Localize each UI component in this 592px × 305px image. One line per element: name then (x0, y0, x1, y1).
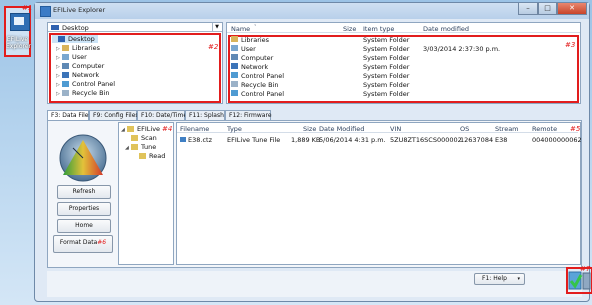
computer-icon (231, 54, 238, 60)
list-header: Name ˇ Size Item type Date modified (227, 23, 580, 33)
control-panel-icon (231, 90, 238, 96)
tab-date-time[interactable]: F10: Date/Time (137, 110, 187, 120)
folder-efilive[interactable]: ◢ EFILive (121, 125, 160, 133)
column-name[interactable]: Name (231, 25, 250, 33)
control-panel-icon (231, 72, 238, 78)
location-value: Desktop (62, 24, 89, 32)
folder-read[interactable]: Read (139, 152, 165, 160)
efilive-app-icon (10, 13, 30, 31)
folder-icon (139, 153, 146, 159)
desktop-icon-label: EFILive Explorer (6, 36, 31, 50)
column-filename[interactable]: Filename (180, 125, 209, 133)
chevron-down-icon[interactable]: ▼ (212, 23, 221, 31)
title-bar[interactable]: EFILive Explorer – □ ✕ (35, 3, 589, 19)
data-folder-tree[interactable]: #4 ◢ EFILive Scan ◢ Tune Read (118, 122, 174, 265)
tab-splash[interactable]: F11: Splash (185, 110, 225, 120)
folder-tree-pane[interactable]: Desktop ▼ #2 Desktop ▷ Libraries ▷ User ▷ C… (47, 22, 223, 104)
tree-item-network[interactable]: ▷ Network (56, 71, 99, 79)
tune-file-icon (180, 137, 186, 142)
list-item[interactable]: Control Panel System Folder (227, 90, 580, 98)
app-icon (40, 6, 51, 17)
tab-config-files[interactable]: F9: Config Files (89, 110, 139, 120)
folder-tune[interactable]: ◢ Tune (125, 143, 156, 151)
item-list-pane[interactable]: Name ˇ Size Item type Date modified #3 L… (226, 22, 581, 104)
home-button[interactable]: Home (57, 219, 111, 233)
column-size[interactable]: Size (303, 125, 316, 133)
tree-item-libraries[interactable]: ▷ Libraries (56, 44, 100, 52)
folder-icon (131, 144, 138, 150)
network-icon (231, 63, 238, 69)
format-data-button[interactable]: Format Data#6 (53, 235, 113, 253)
user-icon (62, 54, 69, 60)
folder-icon (131, 135, 138, 141)
list-item[interactable]: Recycle Bin System Folder (227, 81, 580, 89)
annotation-tag-4: #4 (162, 125, 173, 133)
refresh-button[interactable]: Refresh (57, 185, 111, 199)
tree-item-desktop[interactable]: Desktop (52, 35, 98, 43)
folder-icon (127, 126, 134, 132)
list-item[interactable]: Control Panel System Folder (227, 72, 580, 80)
efilive-logo (59, 134, 107, 182)
close-button[interactable]: ✕ (557, 3, 587, 15)
column-stream[interactable]: Stream (495, 125, 519, 133)
list-item[interactable]: Libraries System Folder (227, 36, 580, 44)
tree-item-user[interactable]: ▷ User (56, 53, 87, 61)
libraries-icon (62, 45, 69, 51)
location-dropdown[interactable]: Desktop ▼ (48, 23, 222, 32)
maximize-button[interactable]: □ (538, 3, 557, 15)
annotation-tag-6: #6 (97, 239, 107, 246)
recycle-bin-icon (62, 90, 69, 96)
annotation-tag-1: #1 (22, 4, 33, 12)
sort-indicator-icon: ˇ (254, 25, 257, 31)
folder-scan[interactable]: Scan (131, 134, 157, 142)
network-icon (62, 72, 69, 78)
file-list-header: Filename Type Size Date Modified VIN OS … (177, 123, 578, 133)
libraries-icon (231, 36, 238, 42)
recycle-bin-icon (231, 81, 238, 87)
list-item[interactable]: User System Folder 3/03/2014 2:37:30 p.m… (227, 45, 580, 53)
column-remote[interactable]: Remote (532, 125, 557, 133)
properties-button[interactable]: Properties (57, 202, 111, 216)
desktop-icon (51, 25, 59, 30)
window-title: EFILive Explorer (53, 6, 106, 14)
desktop-icon (58, 36, 65, 42)
tree-item-control-panel[interactable]: ▷ Control Panel (56, 80, 115, 88)
desktop-icon-efilive-explorer[interactable]: EFILive Explorer (4, 6, 31, 57)
column-size[interactable]: Size (343, 25, 356, 33)
efilive-explorer-window: EFILive Explorer – □ ✕ Desktop ▼ #2 Desk… (34, 2, 592, 302)
column-date-modified[interactable]: Date Modified (319, 125, 364, 133)
computer-icon (62, 63, 69, 69)
tab-bar: F3: Data Files F9: Config Files F10: Dat… (47, 110, 347, 121)
annotation-tag-7: #7 (580, 265, 591, 273)
list-item[interactable]: Computer System Folder (227, 54, 580, 62)
column-vin[interactable]: VIN (390, 125, 401, 133)
tab-firmware[interactable]: F12: Firmware (225, 110, 272, 120)
column-type[interactable]: Type (227, 125, 242, 133)
annotation-tag-2: #2 (208, 43, 219, 51)
tree-item-recycle-bin[interactable]: ▷ Recycle Bin (56, 89, 109, 97)
list-item[interactable]: Network System Folder (227, 63, 580, 71)
column-date-modified[interactable]: Date modified (423, 25, 469, 33)
column-os[interactable]: OS (460, 125, 469, 133)
chevron-down-icon[interactable]: ▾ (517, 274, 520, 284)
data-file-list[interactable]: #5 Filename Type Size Date Modified VIN … (176, 122, 582, 265)
column-item-type[interactable]: Item type (363, 25, 394, 33)
control-panel-icon (62, 81, 69, 87)
user-icon (231, 45, 238, 51)
tree-item-computer[interactable]: ▷ Computer (56, 62, 104, 70)
minimize-button[interactable]: – (518, 3, 538, 15)
help-button[interactable]: F1: Help ▾ (474, 273, 525, 285)
